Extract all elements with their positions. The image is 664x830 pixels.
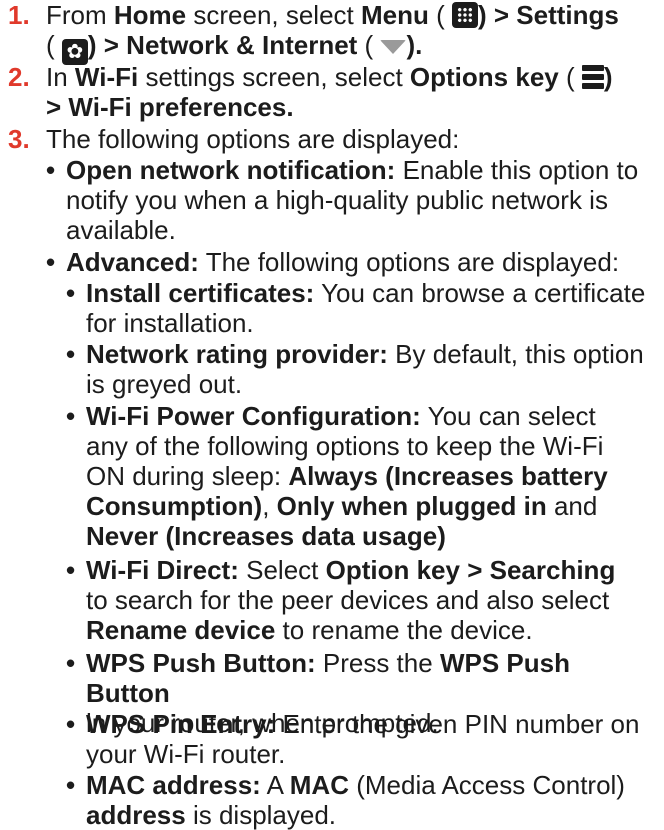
step-number: 1. (8, 0, 30, 30)
bullet-icon: • (66, 555, 76, 585)
step-1: 1. From Home screen, select Menu ( ) > S… (8, 0, 619, 65)
bullet-icon: • (46, 247, 56, 277)
instructions-page: 1. From Home screen, select Menu ( ) > S… (0, 0, 664, 830)
bullet-icon: • (66, 648, 76, 678)
step-number: 3. (8, 124, 30, 154)
bullet-icon: • (66, 339, 76, 369)
adv-wifi-direct: • Wi-Fi Direct: Select Option key > Sear… (66, 555, 616, 645)
bullet-icon: • (66, 278, 76, 308)
wifi-icon (380, 40, 407, 54)
step-3: 3. The following options are displayed: (8, 124, 460, 154)
bullet-icon: • (66, 709, 76, 739)
bullet-icon: • (66, 401, 76, 431)
step-number: 2. (8, 62, 30, 92)
menu-lines-icon (581, 64, 604, 90)
adv-network-rating-provider: • Network rating provider: By default, t… (66, 339, 644, 399)
adv-wps-pin-entry: • WPS Pin Entry: Enter the given PIN num… (66, 709, 640, 769)
step-2: 2. In Wi-Fi settings screen, select Opti… (8, 62, 613, 122)
grid-icon (452, 2, 478, 28)
option-advanced: • Advanced: The following options are di… (46, 247, 620, 277)
adv-mac-address: • MAC address: A MAC (Media Access Contr… (66, 770, 625, 830)
bullet-icon: • (66, 770, 76, 800)
adv-wifi-power-configuration: • Wi-Fi Power Configuration: You can sel… (66, 401, 608, 551)
option-open-network-notification: • Open network notification: Enable this… (46, 155, 639, 245)
bullet-icon: • (46, 155, 56, 185)
adv-install-certificates: • Install certificates: You can browse a… (66, 278, 646, 338)
